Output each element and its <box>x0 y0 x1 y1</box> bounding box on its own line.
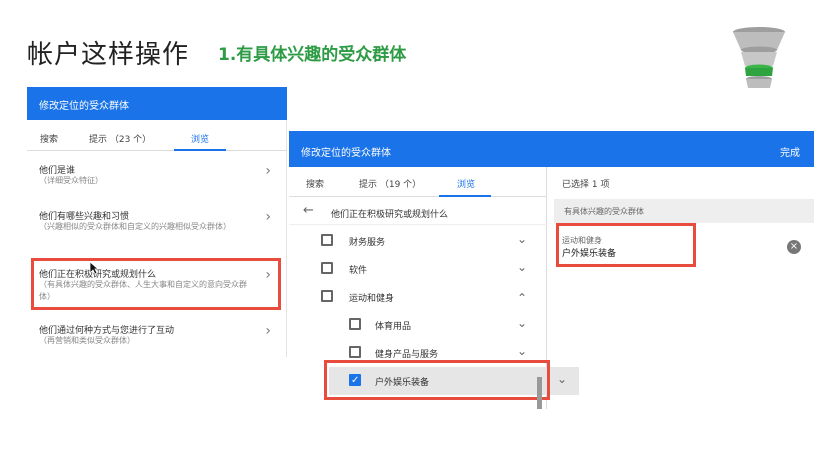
tab-suggestions[interactable]: 提示 （19 个） <box>359 177 421 190</box>
tab-suggestions[interactable]: 提示 （23 个） <box>89 132 151 145</box>
cursor-icon <box>89 261 99 275</box>
checkbox[interactable] <box>321 262 333 274</box>
item-label: 健身产品与服务 <box>375 350 439 360</box>
audience-panel-browse: 修改定位的受众群体 搜索 提示 （23 个） 浏览 他们是谁 （详细受众特征） … <box>27 87 287 357</box>
item-subtitle: （再营销和类似受众群体） <box>39 336 135 345</box>
back-header: ← 他们正在积极研究或规划什么 <box>289 199 547 225</box>
group-label: 有具体兴趣的受众群体 <box>564 207 644 216</box>
list-item[interactable]: 运动和健身 ⌃ <box>289 283 547 311</box>
selected-column: 已选择 1 项 有具体兴趣的受众群体 运动和健身 户外娱乐装备 × <box>548 167 814 409</box>
tab-search[interactable]: 搜索 <box>306 177 324 190</box>
checkbox[interactable] <box>321 234 333 246</box>
panel-header: 修改定位的受众群体 完成 <box>289 131 814 167</box>
list-item[interactable]: 体育用品 ⌄ <box>289 311 547 339</box>
checkbox[interactable] <box>349 318 361 330</box>
done-button[interactable]: 完成 <box>780 144 800 159</box>
chevron-down-icon[interactable]: ⌄ <box>517 232 527 246</box>
slide-title: 帐户这样操作 <box>27 40 190 70</box>
panel-title: 修改定位的受众群体 <box>301 148 391 159</box>
category-remarketing[interactable]: 他们通过何种方式与您进行了互动 （再营销和类似受众群体） › <box>27 319 287 355</box>
tab-bar: 搜索 提示 （19 个） 浏览 <box>289 167 547 197</box>
slide-subtitle: 1.有具体兴趣的受众群体 <box>218 45 407 65</box>
scrollbar[interactable] <box>537 377 542 409</box>
highlight-box <box>324 360 550 400</box>
tab-search[interactable]: 搜索 <box>40 132 58 145</box>
active-tab-indicator <box>174 149 226 151</box>
back-arrow-icon[interactable]: ← <box>303 203 314 218</box>
panel-header: 修改定位的受众群体 <box>27 87 287 120</box>
chevron-down-icon[interactable]: ⌄ <box>517 260 527 274</box>
item-subtitle: （兴趣相似的受众群体和自定义的兴趣相似受众群体） <box>39 222 231 231</box>
item-subtitle: （详细受众特征） <box>39 176 103 185</box>
list-item[interactable]: 财务服务 ⌄ <box>289 227 547 255</box>
chevron-down-icon[interactable]: ⌄ <box>517 344 527 358</box>
selected-group-header: 有具体兴趣的受众群体 <box>554 199 814 223</box>
item-label: 财务服务 <box>349 238 386 248</box>
chevron-right-icon: › <box>265 163 271 179</box>
chevron-right-icon: › <box>265 323 271 339</box>
item-label: 运动和健身 <box>349 294 395 304</box>
checkbox[interactable] <box>349 346 361 358</box>
category-who[interactable]: 他们是谁 （详细受众特征） › <box>27 159 287 199</box>
chevron-up-icon[interactable]: ⌃ <box>517 291 527 305</box>
list-item[interactable]: 软件 ⌄ <box>289 255 547 283</box>
chevron-down-icon[interactable]: ⌄ <box>517 316 527 330</box>
item-label: 软件 <box>349 266 368 276</box>
item-label: 体育用品 <box>375 322 412 332</box>
tab-browse[interactable]: 浏览 <box>191 132 209 145</box>
audience-panel-selection: 修改定位的受众群体 完成 搜索 提示 （19 个） 浏览 ← 他们正在积极研究或… <box>289 131 814 409</box>
category-interests[interactable]: 他们有哪些兴趣和习惯 （兴趣相似的受众群体和自定义的兴趣相似受众群体） › <box>27 205 287 249</box>
chevron-right-icon: › <box>265 209 271 225</box>
back-title: 他们正在积极研究或规划什么 <box>331 210 449 220</box>
tab-bar: 搜索 提示 （23 个） 浏览 <box>27 123 287 151</box>
selected-count: 已选择 1 项 <box>562 180 610 190</box>
active-tab-indicator <box>439 195 491 197</box>
tab-browse[interactable]: 浏览 <box>457 177 475 190</box>
remove-icon[interactable]: × <box>787 240 801 254</box>
highlight-box <box>556 223 696 267</box>
funnel-icon <box>733 27 785 88</box>
browse-column: 搜索 提示 （19 个） 浏览 ← 他们正在积极研究或规划什么 财务服务 ⌄ 软… <box>289 167 579 409</box>
highlight-box <box>31 258 281 310</box>
checkbox[interactable] <box>321 290 333 302</box>
